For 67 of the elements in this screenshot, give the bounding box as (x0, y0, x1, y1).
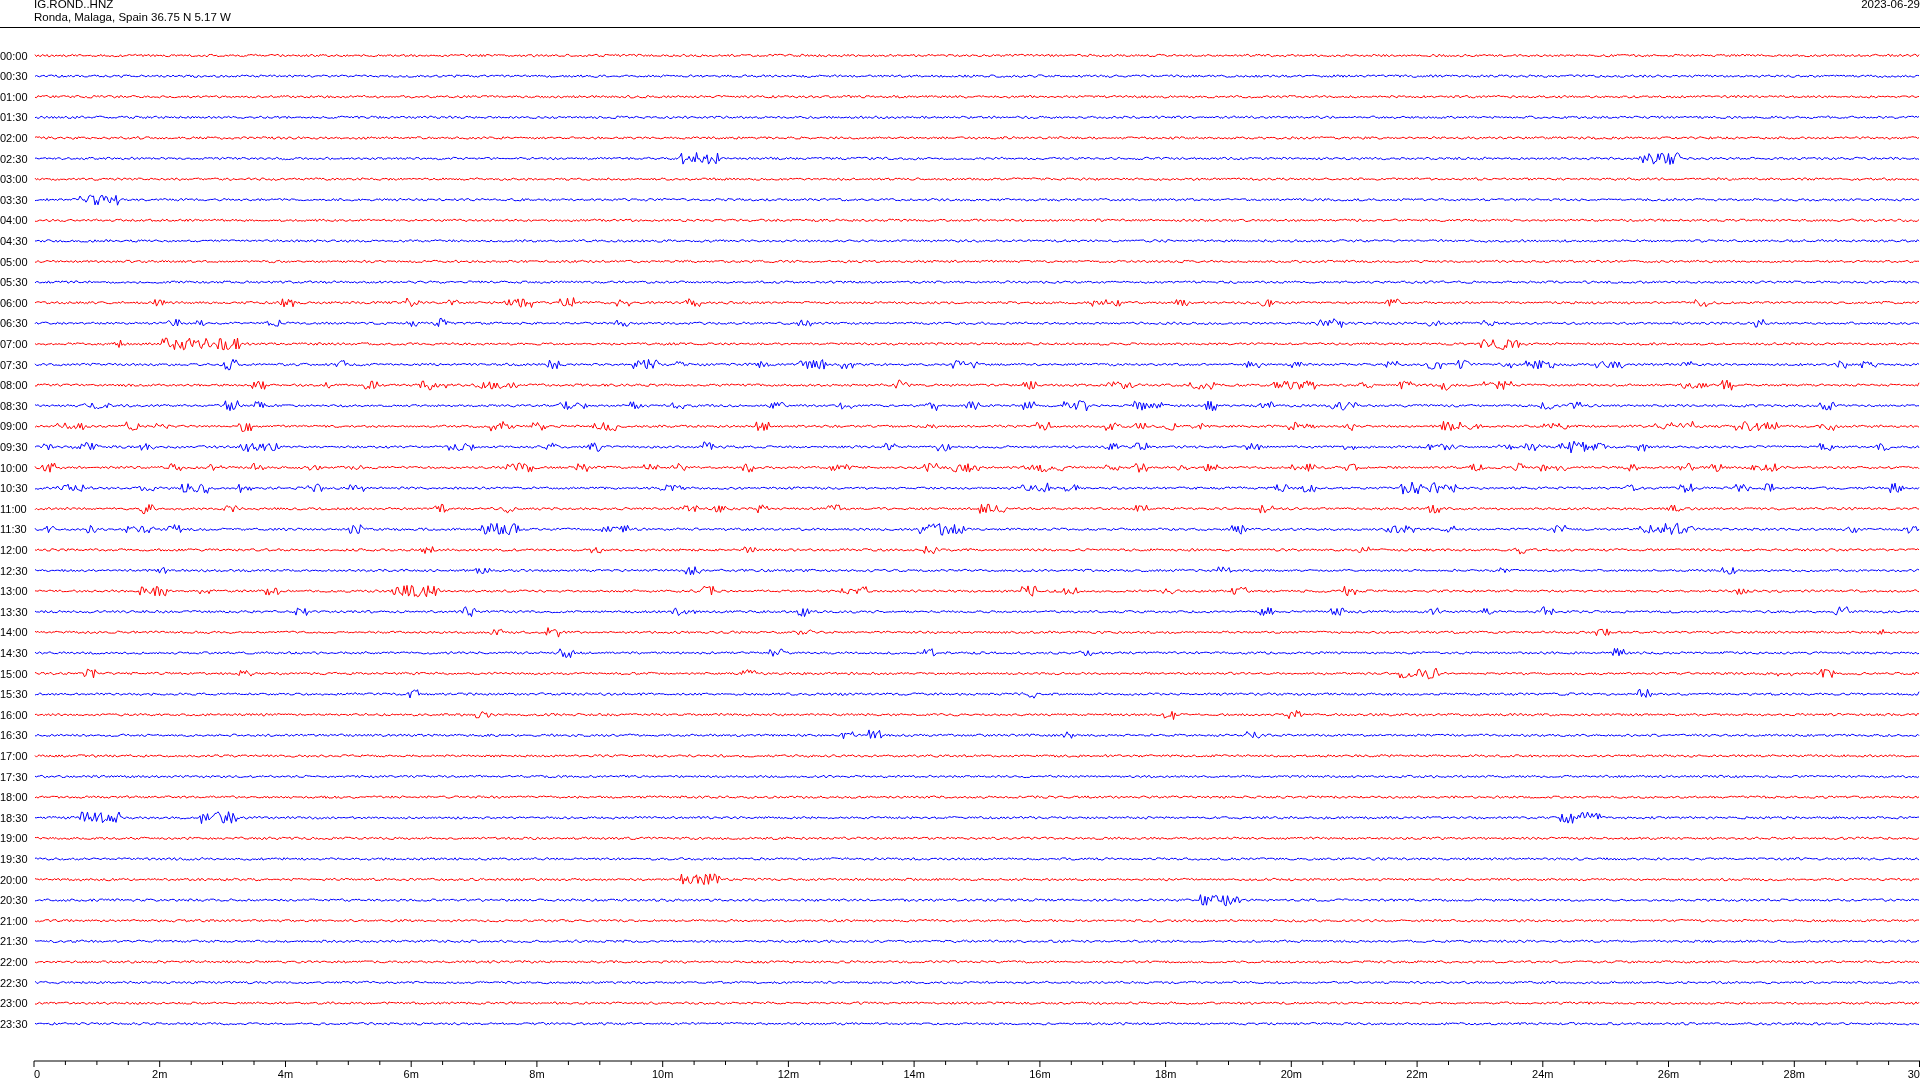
axis-label: 28m (1783, 1068, 1805, 1078)
axis-label: 16m (1029, 1068, 1051, 1078)
time-label: 15:00 (0, 667, 28, 680)
time-label: 23:00 (0, 997, 28, 1010)
axis-label: 30 (1907, 1068, 1920, 1078)
time-label: 18:00 (0, 791, 28, 804)
axis-label: 14m (903, 1068, 925, 1078)
axis-label: 2m (152, 1068, 168, 1078)
time-label: 12:30 (0, 564, 28, 577)
axis-label: 0 (34, 1068, 41, 1078)
time-label: 21:00 (0, 914, 28, 927)
axis-label: 4m (277, 1068, 294, 1078)
time-label: 14:30 (0, 646, 28, 659)
time-label: 06:00 (0, 296, 28, 309)
time-label: 06:30 (0, 317, 28, 330)
time-label: 10:00 (0, 461, 28, 474)
time-label: 15:30 (0, 688, 28, 701)
time-label: 07:30 (0, 358, 28, 371)
station-location: Ronda, Malaga, Spain 36.75 N 5.17 W (34, 11, 231, 24)
axis-label: 20m (1280, 1068, 1303, 1078)
axis-label: 24m (1532, 1068, 1554, 1078)
time-label: 22:00 (0, 955, 28, 968)
time-label: 03:00 (0, 173, 28, 186)
time-label: 01:30 (0, 111, 28, 124)
time-label: 21:30 (0, 935, 28, 948)
time-label: 16:00 (0, 708, 28, 721)
axis-label: 22m (1406, 1068, 1428, 1078)
time-label: 13:00 (0, 585, 28, 598)
time-label: 05:00 (0, 255, 28, 268)
time-label: 04:00 (0, 214, 28, 227)
axis-label: 6m (403, 1068, 419, 1078)
axis-label: 10m (651, 1068, 674, 1078)
time-label: 07:00 (0, 337, 28, 350)
time-label: 19:00 (0, 832, 28, 845)
time-label: 11:00 (0, 502, 27, 515)
axis-label: 26m (1657, 1068, 1680, 1078)
time-label: 13:30 (0, 605, 28, 618)
record-date: 2023-06-29 (1861, 0, 1920, 10)
time-label: 09:00 (0, 420, 28, 433)
time-label: 08:00 (0, 379, 28, 392)
time-label: 12:00 (0, 543, 28, 556)
time-label: 17:00 (0, 749, 28, 762)
time-label: 00:00 (0, 49, 28, 62)
axis-label: 18m (1154, 1068, 1177, 1078)
time-label: 09:30 (0, 440, 28, 453)
time-label: 03:30 (0, 193, 28, 206)
time-label: 17:30 (0, 770, 28, 783)
time-label: 16:30 (0, 729, 28, 742)
axis-label: 8m (529, 1068, 545, 1078)
time-label: 11:30 (0, 523, 27, 536)
time-label: 18:30 (0, 811, 28, 824)
time-label: 23:30 (0, 1017, 28, 1030)
time-label: 20:30 (0, 894, 28, 907)
time-label: 22:30 (0, 976, 28, 989)
axis-label: 12m (777, 1068, 800, 1078)
time-label: 14:00 (0, 626, 28, 639)
station-code: IG.ROND..HNZ (34, 0, 115, 11)
time-label: 02:30 (0, 152, 28, 165)
time-label: 04:30 (0, 234, 28, 247)
time-label: 05:30 (0, 276, 28, 289)
time-label: 10:30 (0, 482, 28, 495)
time-label: 19:30 (0, 852, 28, 865)
time-label: 20:00 (0, 873, 28, 886)
time-label: 08:30 (0, 399, 28, 412)
time-label: 01:00 (0, 90, 28, 103)
time-label: 00:30 (0, 70, 28, 83)
time-label: 02:00 (0, 131, 28, 144)
